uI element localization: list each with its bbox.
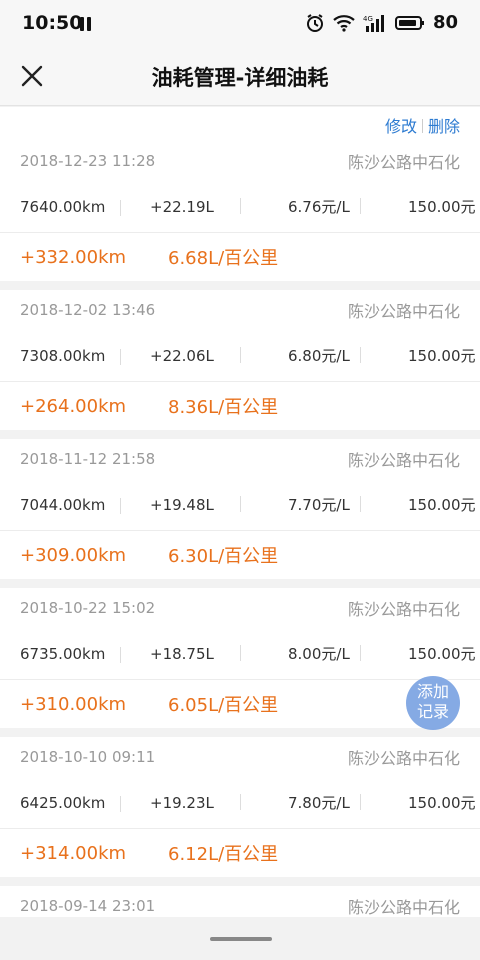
battery-level: 80 bbox=[432, 12, 458, 33]
svg-text:4G: 4G bbox=[363, 15, 373, 23]
fuel-record[interactable]: 2018-12-02 13:46 陈沙公路中石化 7308.00km +22.06… bbox=[0, 290, 480, 430]
page-title: 油耗管理-详细油耗 bbox=[151, 66, 329, 90]
record-station: 陈沙公路中石化 bbox=[347, 451, 460, 470]
record-datetime: 2018-10-10 09:11 bbox=[20, 748, 156, 766]
record-station: 陈沙公路中石化 bbox=[347, 749, 460, 768]
record-distance: +332.00km bbox=[20, 246, 127, 268]
record-cost: 150.00元 bbox=[360, 643, 480, 664]
record-datetime: 2018-09-14 23:01 bbox=[20, 897, 156, 915]
wifi-icon bbox=[333, 14, 355, 32]
record-odometer: 7308.00km bbox=[20, 346, 106, 365]
pause-icon bbox=[80, 17, 92, 31]
record-station: 陈沙公路中石化 bbox=[347, 898, 460, 917]
record-distance: +264.00km bbox=[20, 395, 127, 417]
action-divider bbox=[421, 119, 423, 133]
record-consumption: 6.05L/百公里 bbox=[168, 695, 279, 716]
record-cost: 150.00元 bbox=[360, 792, 480, 813]
record-datetime: 2018-12-23 11:28 bbox=[20, 152, 156, 170]
record-distance: +310.00km bbox=[20, 693, 127, 715]
record-fuel-amount: +22.19L bbox=[120, 198, 240, 216]
record-unit-price: 8.00元/L bbox=[240, 643, 360, 664]
status-bar: 10:50 4G 80 bbox=[0, 0, 480, 48]
record-fuel-amount: +19.48L bbox=[120, 496, 240, 514]
record-unit-price: 7.80元/L bbox=[240, 792, 360, 813]
add-record-button[interactable]: 添加 记录 bbox=[406, 676, 460, 730]
record-fuel-amount: +18.75L bbox=[120, 645, 240, 663]
signal-4g-icon: 4G bbox=[363, 14, 384, 32]
record-odometer: 6425.00km bbox=[20, 793, 106, 812]
record-fuel-amount: +22.06L bbox=[120, 347, 240, 365]
record-consumption: 8.36L/百公里 bbox=[168, 397, 279, 418]
nav-bar: 油耗管理-详细油耗 bbox=[0, 48, 480, 106]
record-unit-price: 6.76元/L bbox=[240, 196, 360, 217]
status-icons: 4G 80 bbox=[305, 12, 458, 33]
record-distance: +314.00km bbox=[20, 842, 127, 864]
home-indicator[interactable] bbox=[210, 937, 272, 941]
gesture-bar bbox=[0, 917, 480, 960]
alarm-icon bbox=[306, 13, 323, 32]
record-datetime: 2018-11-12 21:58 bbox=[20, 450, 156, 468]
record-station: 陈沙公路中石化 bbox=[347, 153, 460, 172]
status-time: 10:50 bbox=[22, 12, 83, 34]
record-odometer: 6735.00km bbox=[20, 644, 106, 663]
fuel-record[interactable]: 2018-11-12 21:58 陈沙公路中石化 7044.00km +19.48… bbox=[0, 439, 480, 579]
record-consumption: 6.30L/百公里 bbox=[168, 546, 279, 567]
fuel-record[interactable]: 2018-10-10 09:11 陈沙公路中石化 6425.00km +19.23… bbox=[0, 737, 480, 877]
record-cost: 150.00元 bbox=[360, 494, 480, 515]
fuel-record-list[interactable]: 修改 删除 2018-12-23 11:28 陈沙公路中石化 7640.00km +… bbox=[0, 107, 480, 917]
add-record-label-line2: 记录 bbox=[416, 702, 449, 721]
add-record-label-line1: 添加 bbox=[416, 682, 449, 701]
record-datetime: 2018-12-02 13:46 bbox=[20, 301, 156, 319]
record-odometer: 7640.00km bbox=[20, 197, 106, 216]
record-consumption: 6.12L/百公里 bbox=[168, 844, 279, 865]
record-station: 陈沙公路中石化 bbox=[347, 600, 460, 619]
record-unit-price: 7.70元/L bbox=[240, 494, 360, 515]
delete-button[interactable]: 删除 bbox=[428, 117, 460, 136]
edit-button[interactable]: 修改 bbox=[385, 117, 417, 136]
record-cost: 150.00元 bbox=[360, 345, 480, 366]
record-fuel-amount: +19.23L bbox=[120, 794, 240, 812]
record-actions: 修改 删除 bbox=[0, 107, 480, 141]
record-odometer: 7044.00km bbox=[20, 495, 106, 514]
battery-icon bbox=[394, 15, 424, 30]
fuel-record[interactable]: 2018-12-23 11:28 陈沙公路中石化 7640.00km +22.19… bbox=[0, 141, 480, 281]
record-station: 陈沙公路中石化 bbox=[347, 302, 460, 321]
record-distance: +309.00km bbox=[20, 544, 127, 566]
record-unit-price: 6.80元/L bbox=[240, 345, 360, 366]
record-datetime: 2018-10-22 15:02 bbox=[20, 599, 156, 617]
fuel-record[interactable]: 2018-09-14 23:01 陈沙公路中石化 bbox=[0, 886, 480, 917]
record-cost: 150.00元 bbox=[360, 196, 480, 217]
record-consumption: 6.68L/百公里 bbox=[168, 248, 279, 269]
